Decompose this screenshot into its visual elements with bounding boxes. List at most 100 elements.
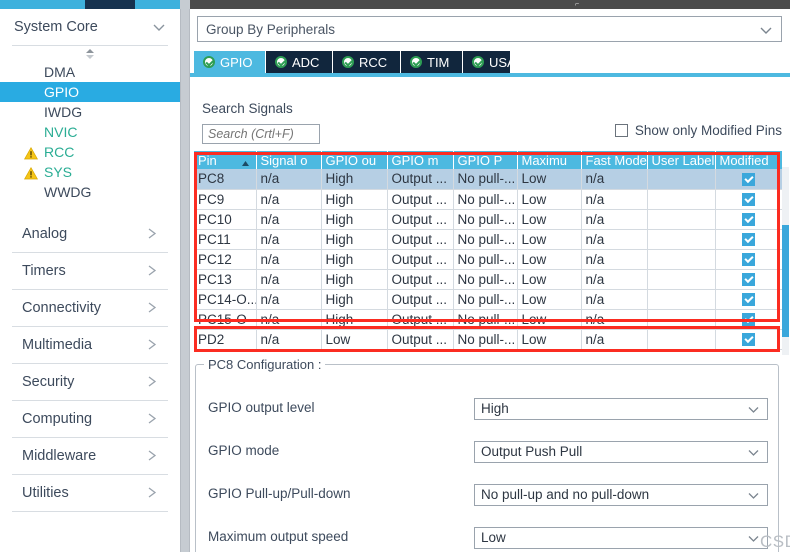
sidebar-item-gpio[interactable]: GPIO [0, 82, 180, 102]
sidebar-peripheral-list: DMA GPIO IWDG NVIC RCC SYS WWDG [0, 62, 180, 202]
sidebar-section-computing[interactable]: Computing [0, 401, 180, 437]
vertical-splitter[interactable] [180, 9, 190, 552]
tab-label: ADC [292, 54, 320, 70]
sidebar-item-sys[interactable]: SYS [0, 162, 180, 182]
show-only-modified-pins-checkbox[interactable]: Show only Modified Pins [614, 123, 782, 138]
sidebar-item-label: DMA [44, 64, 76, 80]
cell-mode: Output ... [387, 309, 454, 330]
chevron-right-icon [146, 264, 158, 277]
sidebar-item-wwdg[interactable]: WWDG [0, 182, 180, 202]
chevron-right-icon [146, 338, 158, 351]
cell-fastmode: n/a [581, 189, 648, 210]
sidebar-section-analog[interactable]: Analog [0, 216, 180, 252]
sidebar-section-timers[interactable]: Timers [0, 253, 180, 289]
tab-tim[interactable]: TIM [401, 51, 463, 73]
table-header-row: Pin Signal o GPIO ou GPIO m GPIO P Maxim… [194, 151, 782, 169]
check-circle-icon [275, 56, 287, 68]
cell-userlabel [647, 209, 716, 230]
cell-signal: n/a [256, 329, 322, 350]
cell-modified[interactable] [715, 309, 782, 330]
column-header-label: Maximu [521, 152, 568, 168]
cell-modified[interactable] [715, 269, 782, 290]
table-row[interactable]: PC12 n/a High Output ... No pull-... Low… [194, 249, 782, 270]
sidebar-scroll-up-icon[interactable] [0, 46, 180, 62]
sidebar-section-multimedia[interactable]: Multimedia [0, 327, 180, 363]
cell-maxspeed: Low [517, 309, 582, 330]
column-header-signal[interactable]: Signal o [256, 151, 322, 169]
cell-pin: PC14-O... [194, 289, 257, 310]
sidebar-item-dma[interactable]: DMA [0, 62, 180, 82]
table-row[interactable]: PC13 n/a High Output ... No pull-... Low… [194, 269, 782, 290]
column-header-label: GPIO ou [325, 152, 377, 168]
cell-pull: No pull-... [453, 189, 518, 210]
config-label: Maximum output speed [208, 529, 349, 544]
table-row[interactable]: PC10 n/a High Output ... No pull-... Low… [194, 209, 782, 230]
sidebar-section-middleware[interactable]: Middleware [0, 438, 180, 474]
column-header-pin[interactable]: Pin [194, 151, 257, 169]
sidebar-section-label: Computing [22, 411, 93, 427]
peripheral-tab-bar: GPIO ADC RCC TIM USART [190, 51, 790, 77]
cell-modified[interactable] [715, 169, 782, 190]
tab-adc[interactable]: ADC [266, 51, 333, 73]
sidebar-item-rcc[interactable]: RCC [0, 142, 180, 162]
column-header-fast-mode[interactable]: Fast Mode [581, 151, 648, 169]
gpio-pull-updown-dropdown[interactable]: No pull-up and no pull-down [474, 484, 768, 506]
cell-userlabel [647, 189, 716, 210]
column-header-gpio-output-level[interactable]: GPIO ou [321, 151, 388, 169]
modified-checkbox-icon [742, 193, 755, 207]
column-header-user-label[interactable]: User Label [647, 151, 716, 169]
modified-checkbox-icon [742, 273, 755, 287]
sidebar-item-iwdg[interactable]: IWDG [0, 102, 180, 122]
column-header-modified[interactable]: Modified [715, 151, 782, 169]
scrollbar-thumb[interactable] [782, 225, 789, 337]
show-only-modified-pins-label: Show only Modified Pins [634, 123, 782, 138]
cell-maxspeed: Low [517, 229, 582, 250]
cell-modified[interactable] [715, 329, 782, 350]
maximum-output-speed-dropdown[interactable]: Low [474, 527, 768, 549]
cell-mode: Output ... [387, 269, 454, 290]
cell-modified[interactable] [715, 249, 782, 270]
checkbox-box [614, 124, 628, 137]
cell-modified[interactable] [715, 189, 782, 210]
sidebar-section-label: Security [22, 374, 75, 390]
sidebar-section-connectivity[interactable]: Connectivity [0, 290, 180, 326]
cell-pin: PD2 [194, 329, 257, 350]
table-row[interactable]: PC8 n/a High Output ... No pull-... Low … [194, 169, 782, 190]
cell-maxspeed: Low [517, 169, 582, 190]
search-input[interactable] [202, 124, 320, 144]
cell-modified[interactable] [715, 229, 782, 250]
pin-table-container[interactable]: Pin Signal o GPIO ou GPIO m GPIO P Maxim… [194, 151, 782, 355]
group-by-dropdown[interactable]: Group By Peripherals [197, 16, 782, 42]
chevron-right-icon [146, 412, 158, 425]
tab-gpio[interactable]: GPIO [194, 51, 266, 73]
gpio-mode-dropdown[interactable]: Output Push Pull [474, 441, 768, 463]
table-row[interactable]: PC9 n/a High Output ... No pull-... Low … [194, 189, 782, 210]
table-row[interactable]: PD2 n/a Low Output ... No pull-... Low n… [194, 329, 782, 350]
chevron-down-icon [747, 489, 760, 505]
table-vertical-scrollbar[interactable] [782, 167, 789, 355]
cell-fastmode: n/a [581, 249, 648, 270]
gpio-output-level-dropdown[interactable]: High [474, 398, 768, 420]
column-header-gpio-pull[interactable]: GPIO P [453, 151, 518, 169]
cell-fastmode: n/a [581, 309, 648, 330]
sidebar-header-system-core[interactable]: System Core [0, 9, 180, 45]
cell-modified[interactable] [715, 209, 782, 230]
table-row[interactable]: PC15-O n/a High Output ... No pull-... L… [194, 309, 782, 330]
tab-label: RCC [359, 54, 388, 70]
table-row[interactable]: PC14-O... n/a High Output ... No pull-..… [194, 289, 782, 310]
column-header-maximum-speed[interactable]: Maximu [517, 151, 582, 169]
sidebar-section-security[interactable]: Security [0, 364, 180, 400]
cell-modified[interactable] [715, 289, 782, 310]
cell-mode: Output ... [387, 209, 454, 230]
column-header-gpio-mode[interactable]: GPIO m [387, 151, 454, 169]
sidebar-section-utilities[interactable]: Utilities [0, 475, 180, 511]
cell-maxspeed: Low [517, 249, 582, 270]
modified-checkbox-icon [742, 293, 755, 307]
table-row[interactable]: PC11 n/a High Output ... No pull-... Low… [194, 229, 782, 250]
tab-usart[interactable]: USART [463, 51, 540, 73]
cell-signal: n/a [256, 189, 322, 210]
top-strip-gap [180, 0, 190, 9]
tab-rcc[interactable]: RCC [333, 51, 401, 73]
sidebar-item-nvic[interactable]: NVIC [0, 122, 180, 142]
sidebar-section-label: Middleware [22, 448, 97, 464]
